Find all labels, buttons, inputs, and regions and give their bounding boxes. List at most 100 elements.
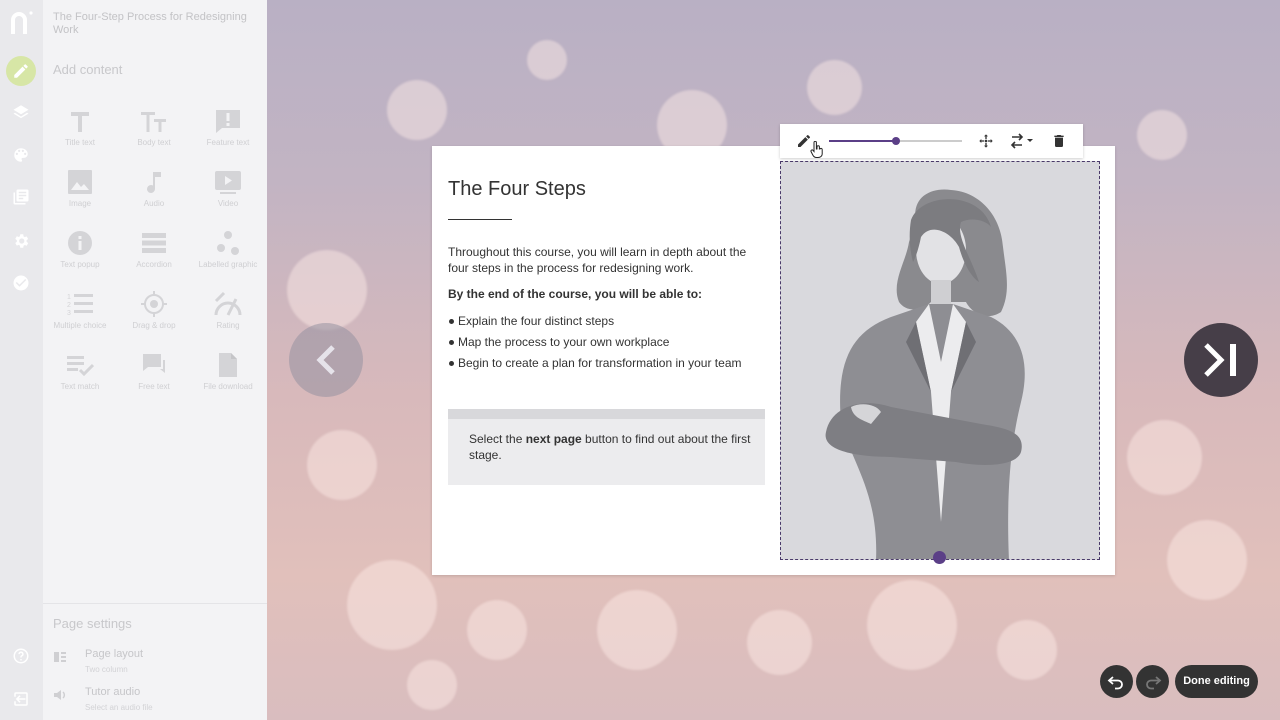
slider-knob[interactable] (891, 137, 900, 145)
labelled-graphic-icon (217, 231, 239, 255)
undo-button[interactable] (1100, 665, 1133, 698)
tool-title-text[interactable]: Title text (43, 108, 117, 168)
icon-rail (0, 0, 43, 720)
feature-text-icon (216, 110, 240, 133)
tool-label: Drag & drop (132, 321, 176, 330)
callout-text: Select the next page button to find out … (469, 431, 754, 463)
bokeh-light (747, 610, 812, 675)
tutor-audio-label: Tutor audio (85, 686, 141, 698)
tool-video[interactable]: Video (191, 169, 265, 229)
video-icon (215, 171, 241, 194)
swap-icon[interactable] (1010, 133, 1034, 149)
audio-icon (147, 172, 161, 193)
bokeh-light (287, 250, 367, 330)
tool-label: File download (203, 382, 253, 391)
intro-text[interactable]: Throughout this course, you will learn i… (448, 244, 770, 276)
bokeh-light (347, 560, 437, 650)
next-page-button[interactable] (1184, 323, 1258, 397)
bokeh-light (307, 430, 377, 500)
selected-image[interactable] (780, 161, 1100, 560)
book-icon[interactable] (12, 188, 30, 206)
page-title[interactable]: The Four Steps (448, 178, 586, 201)
tool-label: Image (68, 199, 92, 208)
tool-label: Feature text (206, 138, 250, 147)
move-icon[interactable] (978, 133, 994, 149)
pencil-icon[interactable] (12, 62, 30, 80)
outcomes-heading[interactable]: By the end of the course, you will be ab… (448, 287, 702, 301)
tool-body-text[interactable]: Body text (117, 108, 191, 168)
file-icon (219, 353, 237, 377)
tool-label: Audio (143, 199, 165, 208)
feature-callout[interactable]: Select the next page button to find out … (448, 409, 765, 485)
body-text-icon (141, 112, 166, 132)
tool-label: Accordion (136, 260, 172, 269)
settings-icon[interactable] (12, 232, 30, 250)
text-match-icon (67, 356, 94, 377)
svg-text:3: 3 (67, 310, 71, 317)
image-icon (68, 170, 92, 194)
previous-page-button[interactable] (289, 323, 363, 397)
tool-text-popup[interactable]: Text popup (43, 230, 117, 290)
tool-label: Labelled graphic (198, 260, 258, 269)
title-underline (448, 219, 512, 220)
tutor-audio-value: Select an audio file (85, 703, 153, 712)
tool-label: Multiple choice (53, 321, 107, 330)
callout-text-bold: next page (525, 432, 582, 446)
accordion-icon (142, 233, 166, 253)
bokeh-light (1167, 520, 1247, 600)
bullet-item[interactable]: Explain the four distinct steps (449, 313, 748, 329)
title-text-icon (71, 112, 89, 132)
tool-feature-text[interactable]: Feature text (191, 108, 265, 168)
exit-icon[interactable] (12, 690, 30, 708)
page-settings-heading: Page settings (53, 616, 132, 631)
bokeh-light (527, 40, 567, 80)
layers-icon[interactable] (12, 103, 30, 121)
tool-labelled-graphic[interactable]: Labelled graphic (191, 230, 265, 290)
undo-icon (1107, 676, 1123, 690)
bokeh-light (1127, 420, 1202, 495)
tool-accordion[interactable]: Accordion (117, 230, 191, 290)
tool-audio[interactable]: Audio (117, 169, 191, 229)
delete-icon[interactable] (1051, 133, 1067, 149)
tool-label: Text match (60, 382, 100, 391)
bullet-item[interactable]: Begin to create a plan for transformatio… (449, 355, 748, 371)
check-circle-icon[interactable] (12, 274, 30, 292)
redo-button[interactable] (1136, 665, 1169, 698)
layout-icon (54, 652, 66, 662)
multiple-choice-icon: 123 (67, 294, 93, 317)
tool-label: Title text (65, 138, 95, 147)
done-editing-button[interactable]: Done editing (1175, 665, 1258, 698)
page-layout-setting[interactable]: Page layout Two column (53, 648, 253, 678)
chevron-right-bar-icon (1204, 343, 1236, 377)
page-layout-value: Two column (85, 665, 128, 674)
page-layout-label: Page layout (85, 648, 144, 660)
content-panel: The Four-Step Process for Redesigning Wo… (43, 0, 267, 720)
callout-text-start: Select the (469, 432, 526, 446)
bokeh-light (997, 620, 1057, 680)
slider-fill (829, 140, 896, 142)
bullet-item[interactable]: Map the process to your own workplace (449, 334, 748, 350)
resize-handle[interactable] (933, 551, 946, 564)
image-zoom-slider[interactable] (829, 137, 962, 145)
tool-multiple-choice[interactable]: 123 Multiple choice (43, 291, 117, 351)
tool-text-match[interactable]: Text match (43, 352, 117, 412)
help-icon[interactable] (12, 647, 30, 665)
bokeh-light (597, 590, 677, 670)
tool-rating[interactable]: Rating (191, 291, 265, 351)
tool-free-text[interactable]: Free text (117, 352, 191, 412)
free-text-icon (143, 354, 165, 373)
logo-icon[interactable] (8, 10, 34, 36)
tool-file-download[interactable]: File download (191, 352, 265, 412)
bokeh-light (807, 60, 862, 115)
tutor-audio-setting[interactable]: Tutor audio Select an audio file (53, 686, 253, 716)
tool-image[interactable]: Image (43, 169, 117, 229)
tool-drag-drop[interactable]: Drag & drop (117, 291, 191, 351)
rating-icon (214, 291, 242, 316)
bokeh-light (387, 80, 447, 140)
tool-label: Body text (137, 138, 171, 147)
palette-icon[interactable] (12, 146, 30, 164)
course-title: The Four-Step Process for Redesigning Wo… (53, 11, 247, 36)
svg-text:1: 1 (67, 294, 71, 301)
tool-label: Text popup (60, 260, 100, 269)
bokeh-light (407, 660, 457, 710)
